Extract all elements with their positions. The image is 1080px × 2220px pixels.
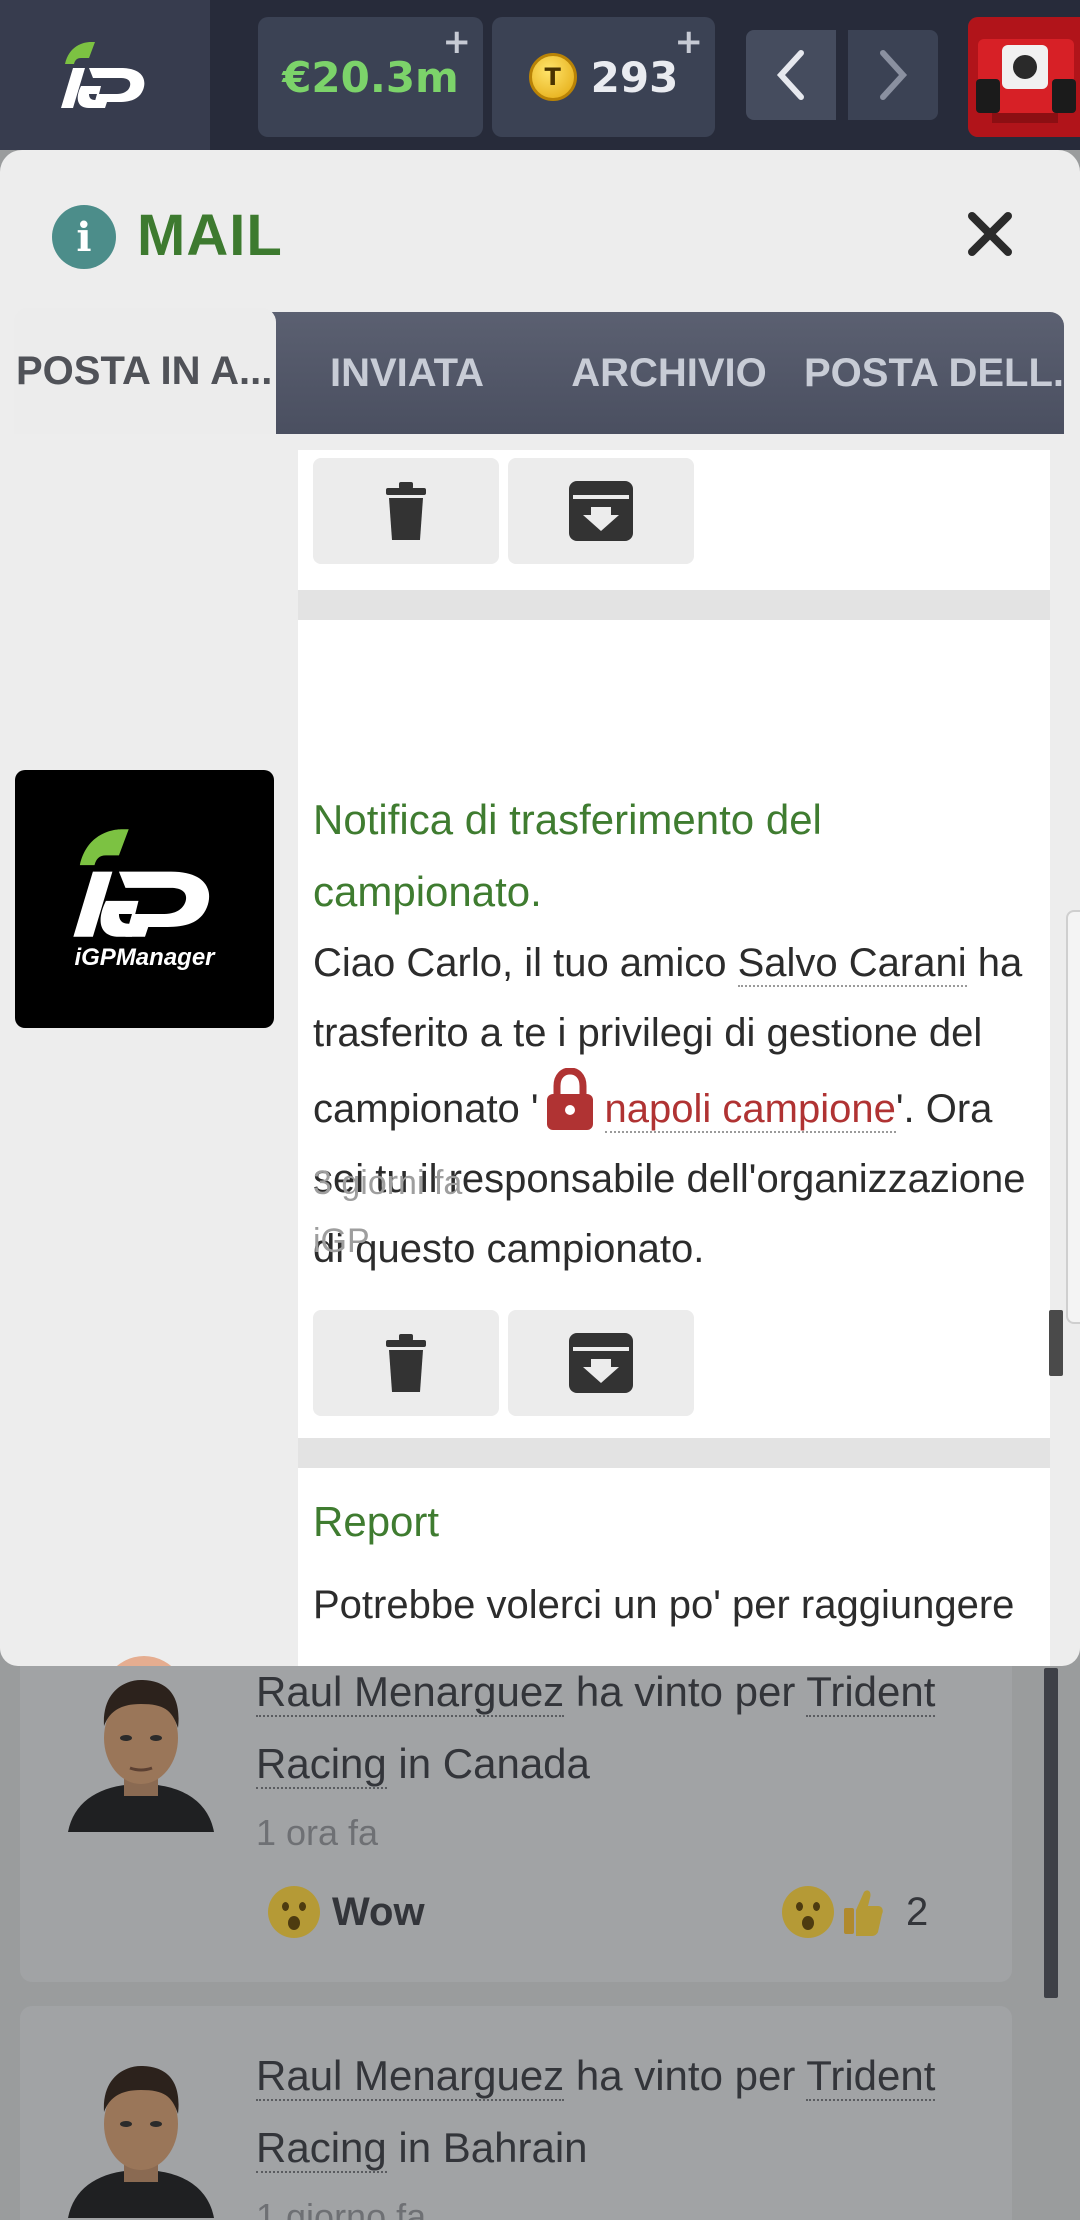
team-link[interactable]: Racing bbox=[256, 1740, 387, 1789]
thumbs-up-icon bbox=[844, 1890, 883, 1936]
mail-sender: iGP bbox=[313, 1222, 370, 1260]
archive-button[interactable] bbox=[508, 458, 694, 564]
friend-link[interactable]: Salvo Carani bbox=[737, 941, 967, 987]
money-chip[interactable]: €20.3m + bbox=[258, 17, 483, 137]
modal-scrollbar[interactable] bbox=[1049, 1310, 1063, 1376]
lock-icon bbox=[546, 1068, 593, 1130]
modal-title: MAIL bbox=[137, 203, 283, 268]
archive-icon bbox=[569, 481, 633, 541]
add-money-icon[interactable]: + bbox=[443, 25, 472, 59]
chevron-left-icon bbox=[776, 50, 804, 100]
feed-item-time: 1 ora fa bbox=[256, 1812, 379, 1853]
card-divider bbox=[298, 1438, 1050, 1468]
delete-button[interactable] bbox=[313, 1310, 499, 1416]
tab-inbox[interactable]: POSTA IN A... bbox=[14, 308, 276, 434]
close-icon bbox=[968, 212, 1012, 256]
modal-header: i MAIL bbox=[0, 150, 1080, 310]
sender-logo-text: iGPManager bbox=[74, 944, 215, 971]
mail-body: Potrebbe volerci un po' per raggiungere bbox=[313, 1583, 1015, 1627]
driver-link[interactable]: Raul Menarguez bbox=[256, 2052, 565, 2101]
feed-item-time: 1 giorno fa bbox=[256, 2196, 427, 2220]
igp-logo[interactable] bbox=[0, 0, 210, 150]
mail-modal: i MAIL POSTA IN A... INVIATA ARCHIVIO PO… bbox=[0, 150, 1080, 1666]
feed-scrollbar[interactable] bbox=[1044, 1668, 1058, 1998]
tab-sent[interactable]: INVIATA bbox=[276, 312, 538, 434]
tokens-value: 293 bbox=[590, 52, 679, 102]
feed-item-text: Raul Menarguez ha vinto per Trident Raci… bbox=[256, 1668, 936, 1789]
reactions-summary[interactable]: 2 bbox=[782, 1886, 928, 1938]
wow-button[interactable]: Wow bbox=[268, 1886, 425, 1938]
igp-logo-icon bbox=[61, 42, 145, 108]
mail-list[interactable]: iGPManager Notifica di trasferimento del… bbox=[0, 450, 1080, 1666]
chevron-right-icon bbox=[880, 50, 908, 100]
info-icon: i bbox=[52, 205, 116, 269]
archive-button[interactable] bbox=[508, 1310, 694, 1416]
delete-button[interactable] bbox=[313, 458, 499, 564]
mail-tabs: POSTA IN A... INVIATA ARCHIVIO POSTA DEL… bbox=[14, 308, 1064, 434]
close-button[interactable] bbox=[958, 202, 1022, 266]
mail-body: Ciao Carlo, il tuo amico Salvo Carani ha… bbox=[313, 941, 1026, 1271]
card-divider bbox=[298, 590, 1050, 620]
sender-logo: iGPManager bbox=[15, 770, 274, 1028]
trash-icon bbox=[386, 1334, 426, 1392]
scroll-handle[interactable] bbox=[1066, 910, 1080, 1324]
coin-icon: T bbox=[528, 53, 577, 101]
forward-button[interactable] bbox=[848, 30, 938, 120]
mail-subject[interactable]: Notifica di trasferimento del campionato… bbox=[313, 784, 822, 928]
wow-emoji-icon bbox=[268, 1886, 320, 1938]
archive-icon bbox=[569, 1333, 633, 1393]
car-icon bbox=[968, 17, 1080, 137]
car-avatar[interactable] bbox=[968, 17, 1080, 137]
back-button[interactable] bbox=[746, 30, 836, 120]
driver-avatar bbox=[68, 1680, 214, 1832]
tab-archive[interactable]: ARCHIVIO bbox=[538, 312, 800, 434]
money-value: €20.3m bbox=[282, 52, 459, 102]
tokens-chip[interactable]: T 293 + bbox=[492, 17, 715, 137]
tab-league-mail[interactable]: POSTA DELL... bbox=[800, 312, 1064, 434]
driver-link[interactable]: Raul Menarguez bbox=[256, 1668, 565, 1717]
team-link[interactable]: Racing bbox=[256, 2124, 387, 2173]
trash-icon bbox=[386, 482, 426, 540]
driver-avatar bbox=[68, 2066, 214, 2218]
feed-item-text: Raul Menarguez ha vinto per Trident Raci… bbox=[256, 2052, 936, 2173]
manager-avatar bbox=[116, 1656, 172, 1666]
team-link[interactable]: Trident bbox=[806, 1668, 936, 1717]
mail-time: 3 giorni fa bbox=[313, 1164, 463, 1202]
mail-subject[interactable]: Report bbox=[313, 1486, 439, 1558]
team-link[interactable]: Trident bbox=[806, 2052, 936, 2101]
reaction-count: 2 bbox=[906, 1889, 929, 1934]
top-bar: €20.3m + T 293 + bbox=[0, 0, 1080, 150]
igp-logo-icon bbox=[72, 829, 209, 937]
wow-label: Wow bbox=[332, 1889, 425, 1934]
championship-link[interactable]: napoli campione bbox=[604, 1087, 896, 1133]
wow-emoji-icon bbox=[782, 1886, 834, 1938]
add-tokens-icon[interactable]: + bbox=[675, 25, 704, 59]
